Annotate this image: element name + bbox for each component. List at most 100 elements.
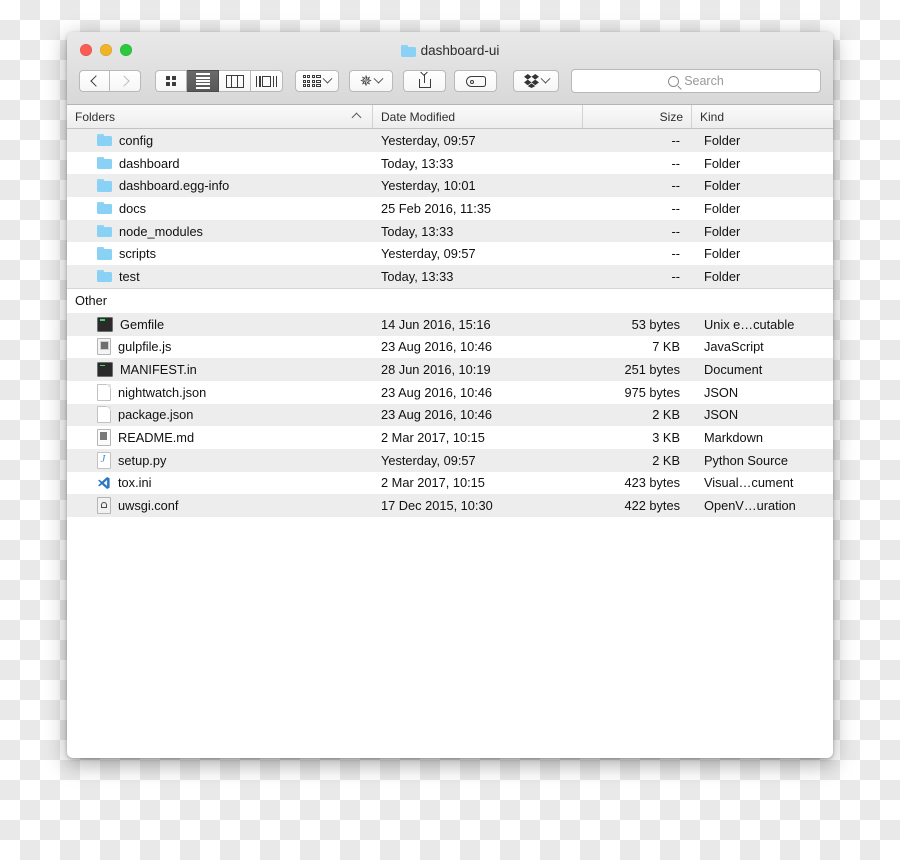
file-size-cell: -- bbox=[671, 246, 680, 262]
file-kind-cell: Markdown bbox=[704, 430, 764, 446]
file-size-cell: -- bbox=[671, 132, 680, 148]
file-row[interactable]: scripts Yesterday, 09:57 -- Folder bbox=[67, 242, 833, 265]
file-row[interactable]: MANIFEST.in 28 Jun 2016, 10:19 251 bytes Do… bbox=[67, 358, 833, 381]
file-row[interactable]: dashboard.egg-info Yesterday, 10:01 -- Fold… bbox=[67, 174, 833, 198]
gallery-view-button[interactable] bbox=[251, 70, 283, 92]
file-size-cell: 423 bytes bbox=[624, 475, 681, 491]
file-date-cell: 28 Jun 2016, 10:19 bbox=[381, 362, 491, 378]
file-name-cell: tox.ini bbox=[67, 475, 373, 490]
gear-icon: ✵ bbox=[359, 72, 373, 90]
file-size-cell: -- bbox=[671, 178, 680, 194]
folder-icon bbox=[97, 223, 112, 239]
list-view-button[interactable] bbox=[187, 70, 219, 92]
column-headers: Folders Date Modified Size Kind bbox=[67, 105, 833, 129]
chevron-right-icon bbox=[117, 75, 130, 87]
file-list[interactable]: config Yesterday, 09:57 -- Folder dashboard T… bbox=[67, 129, 833, 740]
file-kind-cell: Folder bbox=[704, 223, 741, 239]
terminal-file-icon bbox=[97, 362, 113, 378]
tag-button[interactable] bbox=[454, 70, 497, 92]
file-name-label: tox.ini bbox=[118, 475, 152, 491]
file-size-cell: 2 KB bbox=[652, 407, 680, 423]
file-date-cell: 23 Aug 2016, 10:46 bbox=[381, 384, 493, 400]
dropbox-button[interactable] bbox=[513, 70, 559, 92]
gallery-icon bbox=[255, 75, 278, 87]
file-row[interactable]: package.json 23 Aug 2016, 10:46 2 KB JSON bbox=[67, 403, 833, 427]
action-button[interactable]: ✵ bbox=[349, 70, 393, 92]
folder-icon bbox=[400, 44, 416, 57]
back-button[interactable] bbox=[79, 70, 110, 92]
chevron-up-icon bbox=[351, 112, 362, 123]
column-header-date[interactable]: Date Modified bbox=[373, 105, 583, 128]
file-name-label: config bbox=[119, 132, 154, 148]
folder-icon bbox=[97, 246, 112, 262]
column-view-button[interactable] bbox=[219, 70, 251, 92]
file-date-cell: 2 Mar 2017, 10:15 bbox=[381, 430, 485, 446]
column-header-name[interactable]: Folders bbox=[67, 105, 373, 128]
file-row[interactable]: node_modules Today, 13:33 -- Folder bbox=[67, 219, 833, 243]
file-kind-cell: Folder bbox=[704, 155, 741, 171]
column-header-size[interactable]: Size bbox=[583, 105, 692, 128]
file-row[interactable]: gulpfile.js 23 Aug 2016, 10:46 7 KB JavaScr… bbox=[67, 336, 833, 359]
column-header-kind[interactable]: Kind bbox=[692, 105, 833, 128]
chevron-left-icon bbox=[90, 75, 102, 87]
share-button[interactable] bbox=[403, 70, 446, 92]
file-name-cell: dashboard.egg-info bbox=[67, 178, 373, 194]
file-size-cell: 7 KB bbox=[652, 339, 680, 355]
file-row[interactable]: test Today, 13:33 -- Folder bbox=[67, 265, 833, 288]
file-date-cell: Today, 13:33 bbox=[381, 268, 454, 284]
file-kind-cell: Folder bbox=[704, 200, 741, 216]
list-icon bbox=[195, 73, 210, 89]
file-name-label: Gemfile bbox=[120, 316, 165, 332]
vscode-file-icon bbox=[98, 477, 110, 489]
file-row[interactable]: uwsgi.conf 17 Dec 2015, 10:30 422 bytes Ope… bbox=[67, 494, 833, 517]
file-kind-cell: JSON bbox=[704, 384, 739, 400]
file-kind-cell: Folder bbox=[704, 178, 741, 194]
file-name-label: uwsgi.conf bbox=[118, 498, 179, 514]
file-date-cell: Today, 13:33 bbox=[381, 155, 454, 171]
file-size-cell: -- bbox=[671, 223, 680, 239]
search-field[interactable]: Search bbox=[571, 69, 821, 93]
file-date-cell: 25 Feb 2016, 11:35 bbox=[381, 200, 492, 216]
blank-document-icon bbox=[97, 383, 111, 401]
navigation-buttons bbox=[79, 70, 141, 92]
file-name-cell: MANIFEST.in bbox=[67, 362, 373, 378]
arrange-button[interactable] bbox=[295, 70, 339, 92]
file-kind-cell: Folder bbox=[704, 268, 741, 284]
file-name-cell: nightwatch.json bbox=[67, 383, 373, 401]
file-size-cell: 2 KB bbox=[652, 452, 680, 468]
file-name-cell: uwsgi.conf bbox=[67, 497, 373, 515]
folder-icon bbox=[97, 200, 112, 216]
file-row[interactable]: setup.py Yesterday, 09:57 2 KB Python Sourc… bbox=[67, 448, 833, 472]
dropbox-icon bbox=[523, 74, 539, 88]
icon-view-button[interactable] bbox=[155, 70, 187, 92]
file-size-cell: -- bbox=[671, 155, 680, 171]
file-row[interactable]: nightwatch.json 23 Aug 2016, 10:46 975 byt… bbox=[67, 381, 833, 404]
file-date-cell: 14 Jun 2016, 15:16 bbox=[381, 316, 491, 332]
file-row[interactable]: dashboard Today, 13:33 -- Folder bbox=[67, 152, 833, 175]
column-header-size-label: Size bbox=[659, 109, 683, 124]
file-row[interactable]: Gemfile 14 Jun 2016, 15:16 53 bytes Unix e…… bbox=[67, 312, 833, 336]
file-row[interactable]: config Yesterday, 09:57 -- Folder bbox=[67, 129, 833, 152]
file-row[interactable]: tox.ini 2 Mar 2017, 10:15 423 bytes Visual…… bbox=[67, 472, 833, 495]
file-name-cell: node_modules bbox=[67, 223, 373, 239]
file-name-cell: package.json bbox=[67, 406, 373, 424]
window-title-text: dashboard-ui bbox=[420, 43, 500, 58]
group-header-label: Other bbox=[75, 293, 108, 309]
file-row[interactable]: docs 25 Feb 2016, 11:35 -- Folder bbox=[67, 197, 833, 220]
file-name-label: MANIFEST.in bbox=[120, 362, 197, 378]
file-size-cell: -- bbox=[671, 268, 680, 284]
file-name-cell: scripts bbox=[67, 246, 373, 262]
file-date-cell: Yesterday, 09:57 bbox=[381, 132, 476, 148]
file-kind-cell: Python Source bbox=[704, 452, 788, 468]
finder-window: dashboard-ui ✵ Search Folders Date Modif… bbox=[67, 32, 833, 758]
forward-button[interactable] bbox=[110, 70, 141, 92]
file-kind-cell: Document bbox=[704, 362, 763, 378]
file-name-label: scripts bbox=[119, 246, 156, 262]
file-date-cell: 23 Aug 2016, 10:46 bbox=[381, 339, 493, 355]
chevron-down-icon bbox=[373, 73, 384, 84]
file-kind-cell: Unix e…cutable bbox=[704, 316, 795, 332]
blank-document-icon bbox=[97, 406, 111, 424]
file-kind-cell: Folder bbox=[704, 132, 741, 148]
file-name-cell: docs bbox=[67, 200, 373, 216]
file-row[interactable]: README.md 2 Mar 2017, 10:15 3 KB Markdown bbox=[67, 426, 833, 449]
